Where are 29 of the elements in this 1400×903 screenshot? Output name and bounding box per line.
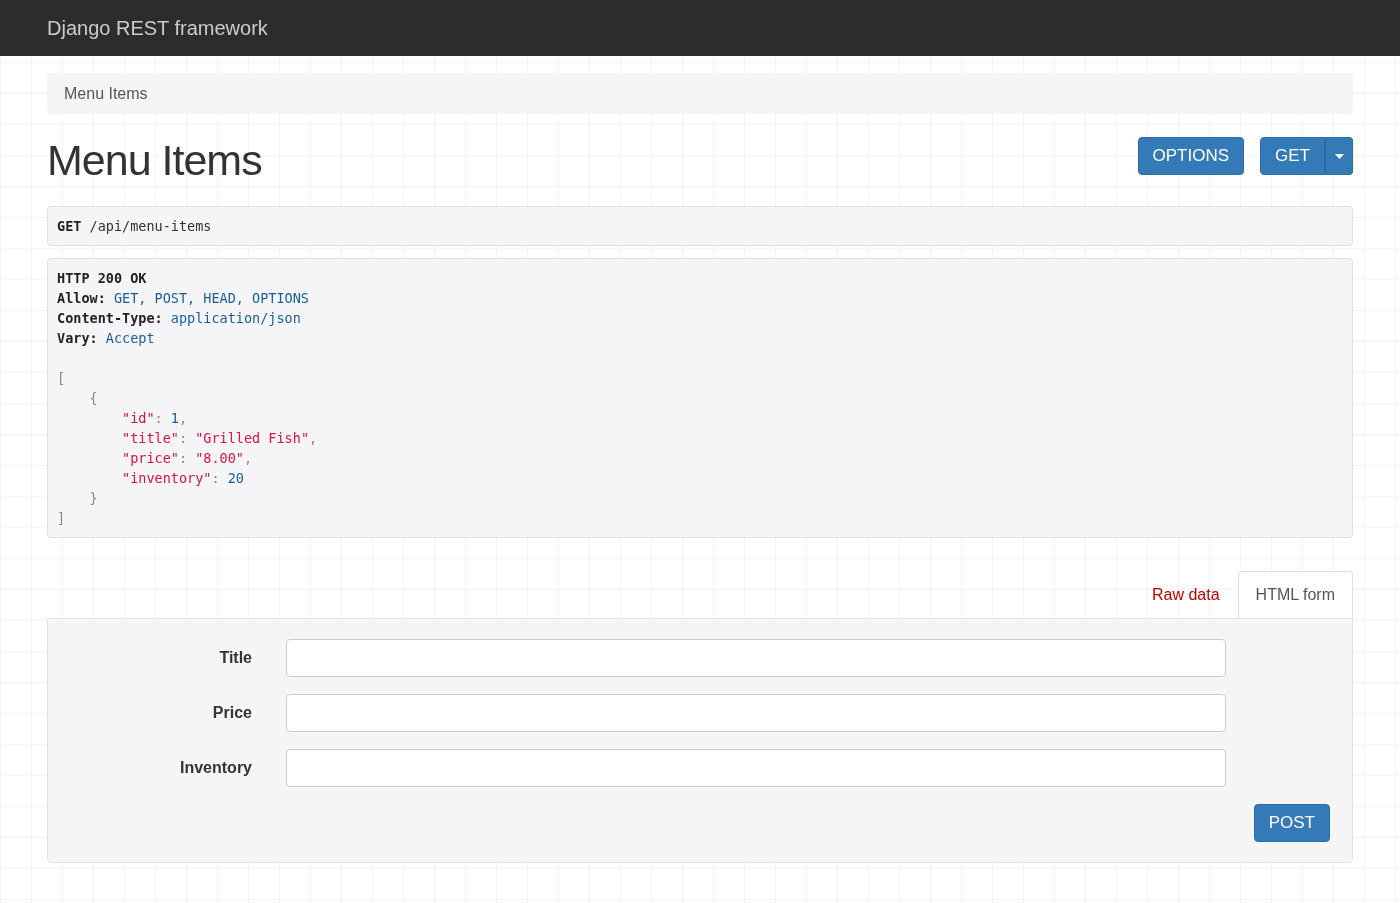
response-header: Vary: Accept [57, 329, 156, 348]
response-header: Content-Type: application/json [57, 309, 302, 328]
options-button[interactable]: OPTIONS [1137, 137, 1245, 175]
field-label: Inventory [179, 759, 252, 777]
code-line: } [88, 489, 99, 508]
code-line: "title": "Grilled Fish", [121, 429, 319, 448]
input-field[interactable] [286, 749, 1226, 787]
form-tab[interactable]: HTML form [1237, 571, 1353, 618]
field-label: Price [211, 704, 252, 722]
dropdown-toggle[interactable] [1325, 137, 1353, 175]
code-line: "price": "8.00", [121, 449, 254, 468]
code-line: [ [57, 369, 67, 388]
form-tab[interactable]: Raw data [1134, 571, 1238, 618]
post-button[interactable]: POST [1253, 804, 1330, 842]
page-title: Menu Items [47, 137, 262, 185]
get-button[interactable]: GET [1260, 137, 1325, 175]
brand-link[interactable]: Django REST framework [47, 16, 268, 40]
input-field[interactable] [286, 694, 1226, 732]
code-line: "inventory": 20 [121, 469, 245, 488]
breadcrumb-item[interactable]: Menu Items [64, 84, 148, 103]
caret-icon [1334, 153, 1344, 159]
input-field[interactable] [286, 639, 1226, 677]
status-line: HTTP 200 OK [57, 269, 148, 288]
request-line: GET /api/menu-items [57, 217, 213, 236]
field-label: Title [218, 649, 252, 667]
code-line: { [88, 389, 99, 408]
response-header: Allow: GET, POST, HEAD, OPTIONS [57, 289, 310, 308]
code-line: ] [57, 509, 67, 528]
code-line: "id": 1, [121, 409, 189, 428]
